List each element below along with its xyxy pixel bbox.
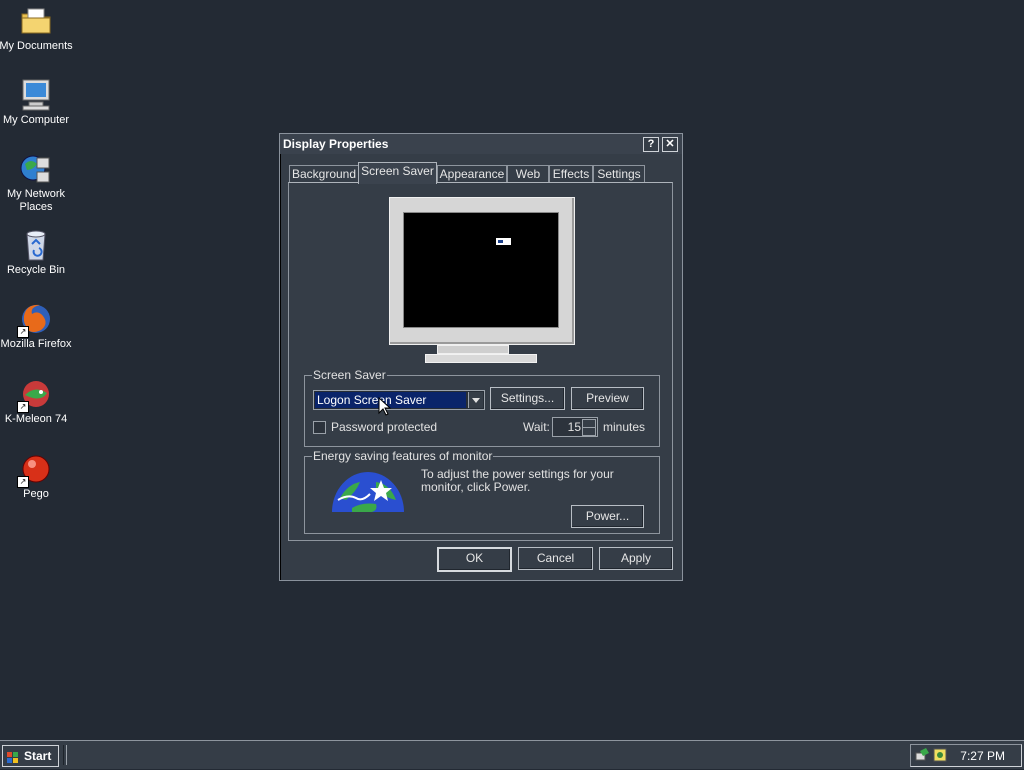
tab-screen-saver[interactable]: Screen Saver xyxy=(358,162,437,184)
desktop-icon-label: My Network Places xyxy=(6,188,66,213)
desktop-icon-label: K-Meleon 74 xyxy=(4,413,68,425)
energy-group-label: Energy saving features of monitor xyxy=(312,449,494,463)
folder-documents-icon xyxy=(19,4,53,38)
shortcut-arrow-icon: ↗ xyxy=(17,326,29,338)
screen-saver-select[interactable]: Logon Screen Saver xyxy=(313,390,485,410)
password-protected-label: Password protected xyxy=(331,420,438,434)
tab-web[interactable]: Web xyxy=(507,165,549,183)
desktop-icon-label: Recycle Bin xyxy=(6,264,66,276)
monitor-preview xyxy=(389,197,575,345)
desktop-icon-label: Pego xyxy=(23,488,49,500)
system-tray: 7:27 PM xyxy=(910,744,1022,767)
volume-tray-icon[interactable] xyxy=(933,747,947,766)
tab-settings[interactable]: Settings xyxy=(593,165,645,183)
desktop-icon-my-network-places[interactable]: My Network Places xyxy=(0,152,74,214)
help-button[interactable]: ? xyxy=(643,137,659,152)
firefox-icon: ↗ xyxy=(17,302,53,338)
desktop-icon-k-meleon[interactable]: ↗ K-Meleon 74 xyxy=(0,377,74,426)
preview-screen xyxy=(403,212,559,328)
logon-saver-preview-icon xyxy=(496,238,511,245)
desktop-icon-label: My Computer xyxy=(2,114,70,126)
desktop-icon-recycle-bin[interactable]: Recycle Bin xyxy=(0,228,74,277)
kmeleon-icon: ↗ xyxy=(17,377,53,413)
desktop-icon-pego[interactable]: ↗ Pego xyxy=(0,452,74,501)
screen-saver-panel: Screen Saver Logon Screen Saver Settings… xyxy=(288,182,673,541)
monitor-stand xyxy=(437,345,509,354)
network-tray-icon[interactable] xyxy=(915,747,931,766)
apply-button[interactable]: Apply xyxy=(599,547,673,570)
tab-background[interactable]: Background xyxy=(289,165,359,183)
network-places-icon xyxy=(19,152,53,186)
spin-down-icon[interactable] xyxy=(582,427,596,436)
shortcut-arrow-icon: ↗ xyxy=(17,401,29,413)
energy-star-logo-icon xyxy=(332,468,404,512)
shortcut-arrow-icon: ↗ xyxy=(17,476,29,488)
close-button[interactable]: ✕ xyxy=(662,137,678,152)
desktop-icon-label: Mozilla Firefox xyxy=(0,338,72,350)
taskbar: Start 7:27 PM xyxy=(0,740,1024,769)
desktop-icon-my-computer[interactable]: My Computer xyxy=(0,78,74,127)
minutes-label: minutes xyxy=(603,420,646,434)
start-label: Start xyxy=(24,749,52,763)
energy-saving-group: Energy saving features of monitor To adj… xyxy=(304,449,660,534)
energy-description: To adjust the power settings for your mo… xyxy=(421,467,614,494)
wait-value: 15 xyxy=(567,420,581,434)
ok-button[interactable]: OK xyxy=(437,547,512,572)
cancel-button[interactable]: Cancel xyxy=(518,547,593,570)
screen-saver-group: Screen Saver Logon Screen Saver Settings… xyxy=(304,368,660,447)
monitor-base xyxy=(425,354,537,363)
desktop-icon-my-documents[interactable]: My Documents xyxy=(0,4,74,53)
display-properties-dialog: Display Properties ? ✕ Background Screen… xyxy=(279,133,683,581)
power-button[interactable]: Power... xyxy=(571,505,644,528)
taskbar-separator xyxy=(63,745,67,765)
settings-button[interactable]: Settings... xyxy=(490,387,565,410)
desktop-icon-mozilla-firefox[interactable]: ↗ Mozilla Firefox xyxy=(0,302,74,351)
recycle-bin-icon xyxy=(19,228,53,262)
desktop-icon-label: My Documents xyxy=(0,40,73,52)
dialog-title: Display Properties xyxy=(283,137,389,151)
password-protected-checkbox[interactable] xyxy=(313,421,326,434)
start-button[interactable]: Start xyxy=(2,745,59,767)
tab-appearance[interactable]: Appearance xyxy=(437,165,507,183)
wait-minutes-stepper[interactable]: 15 xyxy=(552,417,598,437)
wait-label: Wait: xyxy=(523,420,550,434)
computer-icon xyxy=(19,78,53,112)
tab-effects[interactable]: Effects xyxy=(549,165,593,183)
screen-saver-group-label: Screen Saver xyxy=(312,368,387,382)
preview-button[interactable]: Preview xyxy=(571,387,644,410)
windows-flag-icon xyxy=(7,750,19,763)
clock[interactable]: 7:27 PM xyxy=(960,749,1005,763)
dialog-titlebar[interactable]: Display Properties ? ✕ xyxy=(280,134,682,154)
chevron-down-icon[interactable] xyxy=(468,392,483,408)
pego-icon: ↗ xyxy=(17,452,53,488)
